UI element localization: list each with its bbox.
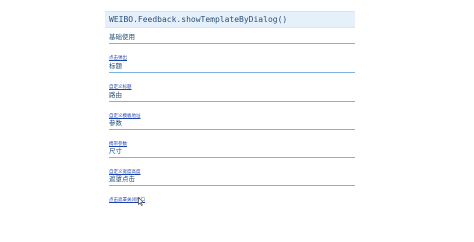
section-heading-basic-usage: 基础使用 — [109, 33, 355, 44]
section-title: 标题 自定义标题 — [109, 62, 355, 92]
section-heading-size: 尺寸 — [109, 147, 355, 158]
page: WEIBO.Feedback.showTemplateByDialog() 基础… — [0, 0, 474, 242]
section-size: 尺寸 自定义宽度高度 — [109, 147, 355, 177]
section-mask-click: 遮罩点击 点击遮罩关闭窗口 — [109, 175, 355, 205]
section-route: 路由 自定义模板地址 — [109, 91, 355, 121]
page-title-bar: WEIBO.Feedback.showTemplateByDialog() — [105, 11, 355, 28]
arrow-cursor-icon — [138, 197, 144, 206]
section-basic-usage: 基础使用 点击弹出 — [109, 33, 355, 63]
section-heading-route: 路由 — [109, 91, 355, 102]
section-heading-params: 参数 — [109, 119, 355, 130]
section-heading-mask-click: 遮罩点击 — [109, 175, 355, 186]
section-params: 参数 携带参数 — [109, 119, 355, 149]
section-heading-title: 标题 — [109, 62, 355, 73]
page-title: WEIBO.Feedback.showTemplateByDialog() — [109, 15, 288, 24]
